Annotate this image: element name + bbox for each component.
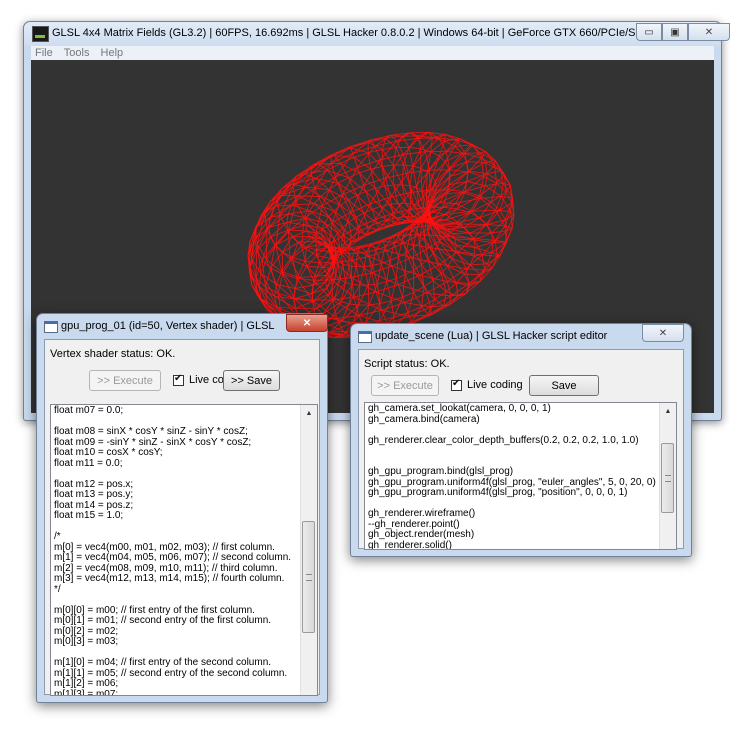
menu-help[interactable]: Help <box>97 46 128 60</box>
close-button[interactable]: ✕ <box>688 23 730 41</box>
vertical-scrollbar[interactable]: ▲ <box>659 403 676 549</box>
lua-script-panel: Script status: OK. >> Execute Live codin… <box>358 349 684 550</box>
lua-caption-buttons: ✕ <box>642 324 684 342</box>
script-code-text: gh_camera.set_lookat(camera, 0, 0, 0, 1)… <box>368 403 656 550</box>
grip-icon <box>306 574 312 581</box>
main-title-bar[interactable]: GLSL 4x4 Matrix Fields (GL3.2) | 60FPS, … <box>24 22 730 46</box>
live-coding-label: Live coding <box>467 379 523 391</box>
shader-status: Vertex shader status: OK. <box>50 348 176 360</box>
vertex-caption-buttons: ✕ <box>286 314 328 332</box>
main-window-title: GLSL 4x4 Matrix Fields (GL3.2) | 60FPS, … <box>52 27 657 39</box>
vertex-shader-window: gpu_prog_01 (id=50, Vertex shader) | GLS… <box>36 313 328 703</box>
shader-code-text: float m07 = 0.0; float m08 = sinX * cosY… <box>54 405 292 696</box>
menu-file[interactable]: File <box>31 46 57 60</box>
scroll-up-icon[interactable]: ▲ <box>301 405 317 421</box>
lua-script-window: update_scene (Lua) | GLSL Hacker script … <box>350 323 692 557</box>
execute-button[interactable]: >> Execute <box>89 370 161 391</box>
save-button[interactable]: Save <box>529 375 599 396</box>
script-code-editor[interactable]: gh_camera.set_lookat(camera, 0, 0, 0, 1)… <box>364 402 677 550</box>
live-coding-checkbox[interactable]: Live coding <box>451 378 523 391</box>
vertical-scrollbar[interactable]: ▲ <box>300 405 317 695</box>
scrollbar-thumb[interactable] <box>302 521 315 633</box>
close-button[interactable]: ✕ <box>642 324 684 342</box>
scroll-up-icon[interactable]: ▲ <box>660 403 676 419</box>
checkbox-checked-icon <box>451 378 462 391</box>
menu-bar: File Tools Help <box>31 46 714 60</box>
maximize-button[interactable]: ▣ <box>662 23 688 41</box>
window-icon <box>44 321 58 333</box>
app-icon <box>32 26 49 42</box>
execute-button[interactable]: >> Execute <box>371 375 439 396</box>
menu-tools[interactable]: Tools <box>60 46 94 60</box>
window-icon <box>358 331 372 343</box>
shader-code-editor[interactable]: float m07 = 0.0; float m08 = sinX * cosY… <box>50 404 318 696</box>
caption-buttons: ▭ ▣ ✕ <box>636 23 730 41</box>
scrollbar-thumb[interactable] <box>661 443 674 513</box>
vertex-shader-window-title: gpu_prog_01 (id=50, Vertex shader) | GLS… <box>61 320 276 332</box>
lua-window-title: update_scene (Lua) | GLSL Hacker script … <box>375 330 608 342</box>
grip-icon <box>665 475 671 482</box>
vertex-shader-panel: Vertex shader status: OK. >> Execute Liv… <box>44 339 320 696</box>
save-button[interactable]: >> Save <box>223 370 280 391</box>
script-status: Script status: OK. <box>364 358 450 370</box>
close-button[interactable]: ✕ <box>286 314 328 332</box>
minimize-button[interactable]: ▭ <box>636 23 662 41</box>
checkbox-checked-icon <box>173 373 184 386</box>
